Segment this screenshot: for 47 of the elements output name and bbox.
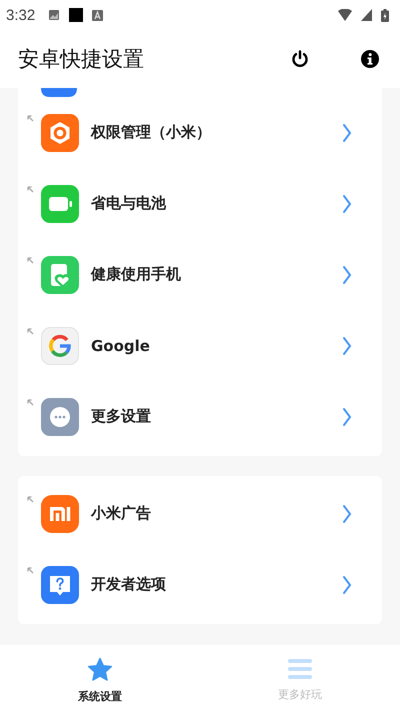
g-logo-icon: [41, 326, 79, 364]
signal-icon: [361, 9, 372, 21]
row-label: 健康使用手机: [91, 265, 182, 284]
square-icon: [69, 8, 84, 22]
row-label: 权限管理（小米）: [91, 123, 212, 142]
settings-row[interactable]: Google: [18, 310, 382, 381]
chevron-right-icon: [342, 194, 352, 214]
help-bubble-icon: [41, 566, 79, 604]
row-label: 更多设置: [91, 407, 152, 426]
shortcut-arrow-icon: [27, 186, 34, 193]
settings-row[interactable]: 健康使用手机: [18, 239, 382, 310]
shortcut-arrow-icon: [27, 115, 34, 122]
chevron-right-icon: [342, 406, 352, 426]
wifi-icon: [338, 9, 352, 21]
chevron-right-icon: [342, 574, 352, 594]
settings-row[interactable]: 权限管理（小米）: [18, 97, 382, 168]
battery-icon: [381, 8, 389, 22]
shortcut-arrow-icon: [27, 399, 34, 406]
settings-row[interactable]: 小米广告: [18, 478, 382, 549]
chevron-right-icon: [342, 504, 352, 524]
shortcut-arrow-icon: [27, 496, 34, 503]
menu-icon: [288, 658, 312, 680]
image-icon: [48, 9, 60, 21]
row-label: Google: [91, 336, 151, 354]
star-icon: [87, 656, 113, 682]
shortcut-arrow-icon: [27, 567, 34, 574]
shortcut-arrow-icon: [27, 328, 34, 335]
chevron-right-icon: [342, 122, 352, 142]
app-icon: [41, 88, 77, 97]
nav-tab[interactable]: 系统设置: [0, 645, 200, 711]
row-label: 开发者选项: [91, 575, 167, 594]
battery-icon: [41, 184, 79, 222]
chevron-right-icon: [342, 264, 352, 284]
shortcut-arrow-icon: [27, 257, 34, 264]
chevron-right-icon: [342, 336, 352, 356]
settings-row[interactable]: 更多设置: [18, 381, 382, 452]
power-icon: [290, 49, 310, 69]
info-icon: [360, 49, 380, 69]
row-label: 小米广告: [91, 504, 152, 523]
app-icon: [92, 10, 104, 20]
status-time: 3:32: [6, 6, 36, 24]
mi-logo-icon: [41, 494, 79, 532]
settings-row[interactable]: 省电与电池: [18, 168, 382, 239]
more-icon: [41, 398, 79, 436]
row-label: 省电与电池: [91, 194, 168, 213]
settings-row[interactable]: 开发者选项: [18, 549, 382, 620]
app-title: 安卓快捷设置: [18, 46, 144, 73]
